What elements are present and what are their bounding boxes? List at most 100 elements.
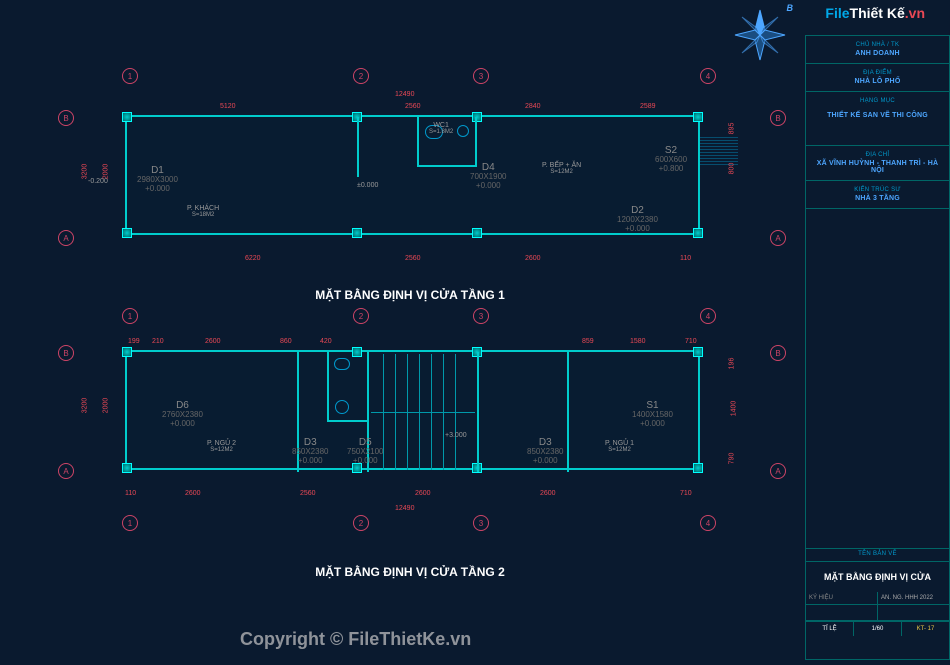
window-s2: S2600X600+0.800 [655,145,687,174]
dim-f1-b2: 2560 [405,255,421,262]
tb-footer: TỈ LỆ 1/60 KT- 17 [806,621,949,636]
dim-f1-b1: 6220 [245,255,261,262]
grid-bubble-bb: B [58,345,74,361]
column-icon [352,347,362,357]
grid-bubble-a: A [58,230,74,246]
tb-info-lbl: KÝ HIỆU [806,592,878,604]
dim-f2-total: 12490 [395,505,414,512]
column-icon [352,228,362,238]
tb-info-val: AN. NG. HHH 2022 [878,592,949,604]
column-icon [472,228,482,238]
grid-bubble-ab: A [58,463,74,479]
tb-addr-label: ĐỊA CHỈ [810,152,945,158]
dim-f2-r1: 196 [728,358,735,370]
room-wc: WC1S=1.8M2 [429,122,453,135]
column-icon [693,112,703,122]
door-d3a: D3850X2380+0.000 [292,437,328,466]
tb-architect: KIẾN TRÚC SƯ NHÀ 3 TẦNG [806,181,949,209]
floor2-title: MẶT BẰNG ĐỊNH VỊ CỬA TẦNG 2 [210,565,610,579]
door-d6: D62760X2380+0.000 [162,400,203,429]
grid-bubble-3b: 3 [473,308,489,324]
dim-f2-b4: 2600 [540,490,556,497]
grid-bubble-4c: 4 [700,515,716,531]
column-icon [472,112,482,122]
dim-f2-b3: 2600 [415,490,431,497]
column-icon [122,347,132,357]
grid-bubble-abr: A [770,463,786,479]
dim-f2-t5: 420 [320,338,332,345]
dim-f2-t4: 860 [280,338,292,345]
dim-f2-b2: 2560 [300,490,316,497]
grid-bubble-b-r: B [770,110,786,126]
floor1-title: MẶT BẰNG ĐỊNH VỊ CỬA TẦNG 1 [210,288,610,302]
dim-f1-b3: 2600 [525,255,541,262]
dim-f1-top1: 5120 [220,103,236,110]
tb-scale-value: 1/60 [854,622,902,636]
grid-bubble-2b: 2 [353,308,369,324]
tb-drawing-name-section: TÊN BẢN VẼ [806,549,949,562]
dim-f1-b4: 110 [680,255,691,262]
tb-arch-label: KIẾN TRÚC SƯ [810,187,945,193]
grid-bubble-4: 4 [700,68,716,84]
logo-suffix: .vn [905,5,925,21]
grid-bubble-4b: 4 [700,308,716,324]
tb-location: ĐỊA ĐIỂM NHÀ LÔ PHỐ [806,64,949,92]
tb-drawname-label: TÊN BẢN VẼ [810,551,945,557]
dim-f2-t8: 859 [582,338,594,345]
dim-f1-total: 12490 [395,91,414,98]
logo-part1: File [825,5,849,21]
dim-f1-top2: 2560 [405,103,421,110]
tb-address: ĐỊA CHỈ XÃ VĨNH HUỲNH - THANH TRÌ - HÀ N… [806,146,949,181]
dim-f2-b1: 2600 [185,490,201,497]
tb-info-val2 [878,605,949,620]
tb-drawing-no: KT- 17 [902,622,949,636]
room-kitchen: P. BẾP + ĂNS=12M2 [542,162,581,175]
tb-arch-value: NHÀ 3 TẦNG [810,195,945,202]
dim-f1-l2: 2000 [102,164,109,180]
tb-info-row2 [806,605,949,621]
dim-f2-r3: 790 [728,453,735,465]
compass-rose: B [730,5,790,65]
hatch-pattern [700,137,738,165]
logo-part2: Thiết Kế [850,5,905,21]
dim-f2-r2: 1400 [730,401,737,417]
door-d1: D12980X3000+0.000 [137,165,178,194]
room-bed1: P. NGỦ 1S=12M2 [605,440,634,453]
grid-bubble-a-r: A [770,230,786,246]
toilet-icon [334,358,350,370]
column-icon [122,228,132,238]
tb-loc-value: NHÀ LÔ PHỐ [810,78,945,85]
dim-f2-t10: 710 [685,338,697,345]
level-marker-1: ±0.000 [357,182,378,189]
dim-f2-t3: 2600 [205,338,221,345]
column-icon [122,112,132,122]
floor-plan-1: P. KHÁCHS=18M2 WC1S=1.8M2 P. BẾP + ĂNS=1… [125,115,700,235]
column-icon [122,463,132,473]
dim-f2-l2: 2000 [102,398,109,414]
tb-cat-value: THIẾT KẾ SAN VẼ THI CÔNG [810,112,945,119]
dim-f1-r2: 800 [728,163,735,175]
grid-bubble-1b: 1 [122,308,138,324]
room-bed2: P. NGỦ 2S=12M2 [207,440,236,453]
brand-logo: FileThiết Kế.vn [825,5,925,21]
dim-f1-l1: 3200 [81,164,88,180]
grid-bubble-1: 1 [122,68,138,84]
window-s1: S11400X1580+0.000 [632,400,673,429]
north-indicator: B [787,3,794,13]
tb-info-lbl2 [806,605,878,620]
tb-scale-label: TỈ LỆ [806,622,854,636]
stair-icon [371,354,475,470]
tb-loc-label: ĐỊA ĐIỂM [810,70,945,76]
dim-f2-t1: 199 [128,338,140,345]
dim-f2-b5: 710 [680,490,692,497]
tb-owner: CHỦ NHÀ / TK ANH DOANH [806,36,949,64]
dim-f2-b0: 110 [125,490,136,497]
column-icon [693,463,703,473]
grid-bubble-2c: 2 [353,515,369,531]
grid-bubble-1c: 1 [122,515,138,531]
grid-bubble-b: B [58,110,74,126]
level-marker-2: +3.000 [445,432,467,439]
column-icon [693,228,703,238]
grid-bubble-3c: 3 [473,515,489,531]
dim-f1-r1: 895 [728,123,735,135]
